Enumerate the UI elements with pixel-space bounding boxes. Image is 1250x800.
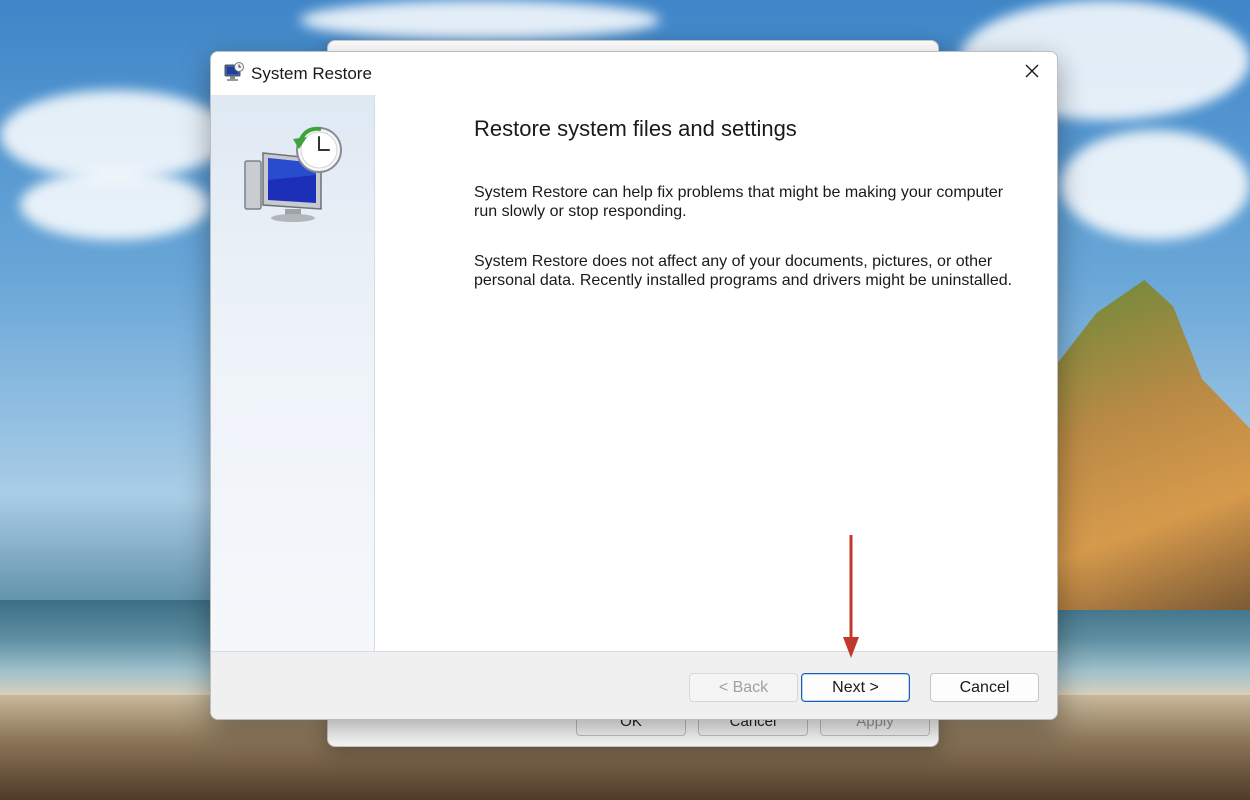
rock-formation: [1058, 280, 1250, 610]
cloud: [300, 0, 660, 40]
back-button: < Back: [689, 673, 798, 702]
wizard-side-panel: [211, 95, 375, 651]
cloud: [0, 90, 230, 180]
description-paragraph-2: System Restore does not affect any of yo…: [474, 253, 1013, 289]
red-arrow-annotation-icon: [842, 535, 860, 660]
next-button[interactable]: Next >: [801, 673, 910, 702]
dialog-footer: < Back Next > Cancel: [211, 651, 1057, 719]
system-restore-icon: [223, 62, 245, 82]
cloud: [20, 170, 210, 240]
title-bar[interactable]: System Restore: [211, 52, 1057, 95]
close-icon: [1024, 63, 1040, 84]
cancel-button[interactable]: Cancel: [930, 673, 1039, 702]
close-button[interactable]: [1015, 57, 1049, 89]
system-restore-dialog: System Restore Restore system files and …: [210, 51, 1058, 720]
monitor-clock-restore-icon: [241, 125, 345, 225]
page-heading: Restore system files and settings: [474, 116, 797, 141]
cloud: [1060, 130, 1250, 240]
dialog-title: System Restore: [251, 64, 372, 83]
description-paragraph-1: System Restore can help fix problems tha…: [474, 184, 1004, 220]
